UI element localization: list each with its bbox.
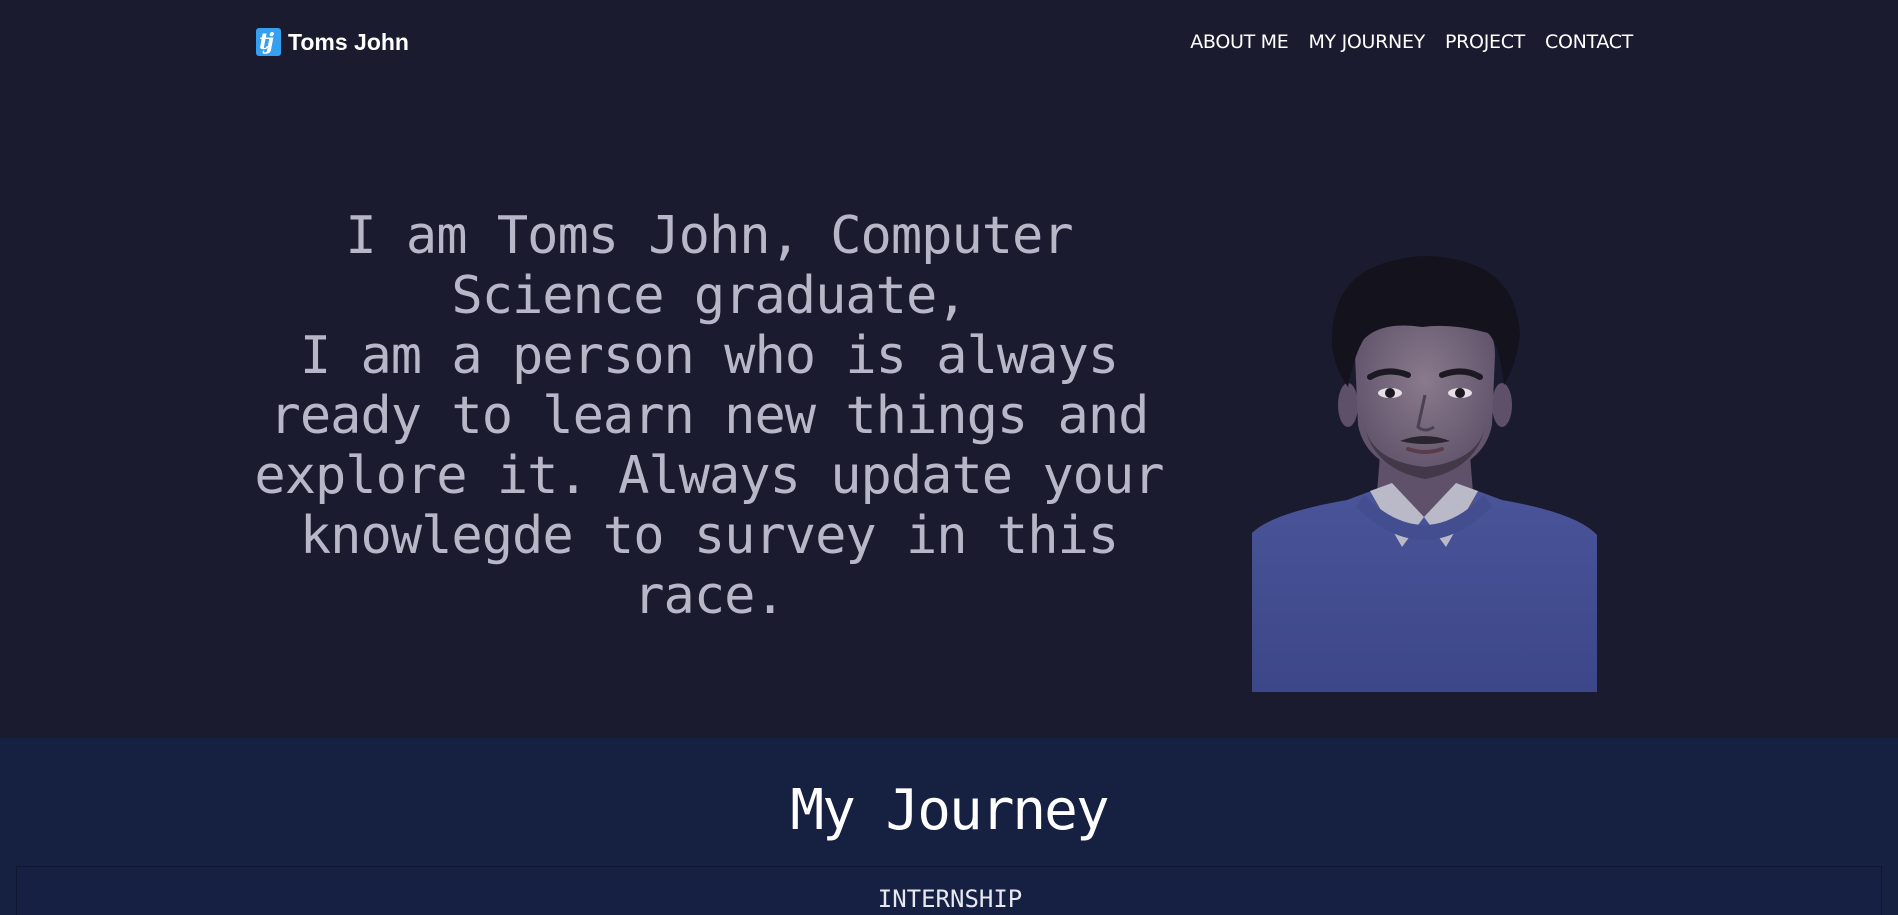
brand-name: Toms John [288, 28, 409, 55]
journey-card-label: INTERNSHIP [877, 885, 1023, 913]
nav-links: ABOUT ME MY JOURNEY PROJECT CONTACT [1190, 31, 1633, 53]
profile-photo-illustration [1252, 255, 1597, 692]
hero-intro-line-1: I am Toms John, Computer Science graduat… [345, 206, 1073, 326]
nav-contact[interactable]: CONTACT [1545, 31, 1633, 53]
nav-my-journey[interactable]: MY JOURNEY [1308, 31, 1425, 53]
brand-link[interactable]: tj Toms John [256, 28, 409, 56]
profile-photo [1252, 255, 1597, 692]
nav-project[interactable]: PROJECT [1445, 31, 1525, 53]
hero-intro-line-2: I am a person who is always ready to lea… [254, 326, 1164, 626]
journey-title: My Journey [790, 778, 1109, 843]
journey-card-internship: INTERNSHIP [16, 866, 1882, 915]
nav-about-me[interactable]: ABOUT ME [1190, 31, 1289, 53]
brand-logo-icon: tj [256, 28, 281, 56]
journey-section: My Journey INTERNSHIP [0, 738, 1898, 915]
navbar: tj Toms John ABOUT ME MY JOURNEY PROJECT… [0, 0, 1898, 86]
hero-intro-text: I am Toms John, Computer Science graduat… [240, 206, 1178, 626]
